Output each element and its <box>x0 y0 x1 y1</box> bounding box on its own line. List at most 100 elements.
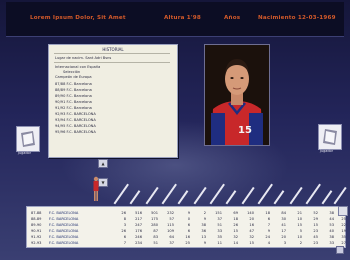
bio-line: 93/94 F.C. BARCELONA <box>55 118 96 122</box>
stat-cell: 32 <box>249 235 254 239</box>
stat-cell: 35 <box>217 235 222 239</box>
stat-cell: 33 <box>217 229 222 233</box>
team-cell: F.C. BARCELONA <box>49 211 79 215</box>
stat-cell: 26 <box>233 223 238 227</box>
stat-cell: 38 <box>201 223 206 227</box>
stat-cell: 9 <box>187 211 190 215</box>
stat-cell: 18 <box>265 211 270 215</box>
stat-cell: 8 <box>123 217 126 221</box>
stat-cell: 3 <box>123 223 126 227</box>
stat-cell: 501 <box>151 211 158 215</box>
stat-cell: 7 <box>267 223 270 227</box>
stat-cell: 16 <box>249 223 254 227</box>
stat-cell: 23 <box>313 229 318 233</box>
stat-cell: 30 <box>281 217 286 221</box>
season-cell: 92-93 <box>31 241 42 245</box>
stat-cell: 18 <box>233 217 238 221</box>
stat-cell: 20 <box>281 235 286 239</box>
stat-cell: 29 <box>313 217 318 221</box>
player-portrait <box>205 45 269 145</box>
stat-cell: 16 <box>185 235 190 239</box>
stat-cell: 24 <box>265 235 270 239</box>
stat-cell: 26 <box>121 211 126 215</box>
stat-cell: 51 <box>153 241 158 245</box>
stat-cell: 45 <box>313 235 318 239</box>
stat-cell: 14 <box>233 241 238 245</box>
player-birthdate: Nacimiento 12-03-1969 <box>258 15 336 21</box>
stat-cell: 10 <box>297 235 302 239</box>
stat-cell: 83 <box>153 235 158 239</box>
stat-cell: 2 <box>299 241 302 245</box>
page-right-icon <box>323 129 337 145</box>
stat-cell: 51 <box>217 223 222 227</box>
stat-cell: 33 <box>329 241 334 245</box>
stat-cell: 15 <box>313 223 318 227</box>
stat-cell: 25 <box>341 217 346 221</box>
stat-cell: 22 <box>341 223 346 227</box>
bio-line: 91/92 F.C. Barcelona <box>55 106 92 110</box>
stat-cell: 6 <box>187 223 190 227</box>
player-age: Años <box>224 15 241 21</box>
stat-cell: 36 <box>201 229 206 233</box>
player-figure <box>92 176 100 202</box>
player-header-bar: Lorem Ipsum Dolor, Sit Amet Altura 1'98 … <box>6 2 344 37</box>
stat-cell: 140 <box>247 211 254 215</box>
divider <box>54 62 170 63</box>
stat-cell: 516 <box>135 211 142 215</box>
player-height: Altura 1'98 <box>164 15 201 21</box>
bio-line: Lugar de nacim. Sant Adri Bsns <box>55 56 112 60</box>
stat-cell: 109 <box>167 229 174 233</box>
stat-cell: 234 <box>135 241 142 245</box>
stat-cell: 232 <box>167 211 174 215</box>
stat-cell: 175 <box>151 217 158 221</box>
stat-cell: 15 <box>233 229 238 233</box>
history-scroll-controls: ▲▼ <box>98 150 118 187</box>
stat-cell: 11 <box>217 241 222 245</box>
stat-cell: 15 <box>249 241 254 245</box>
stat-cell: 64 <box>169 235 174 239</box>
stat-cell: 6 <box>123 235 126 239</box>
season-cell: 89-90 <box>31 223 42 227</box>
career-history-panel: HISTORIAL Lugar de nacim. Sant Adri Bsns… <box>48 44 178 158</box>
stat-cell: 37 <box>169 241 174 245</box>
stat-cell: 15 <box>297 223 302 227</box>
stat-cell: 9 <box>203 241 206 245</box>
stat-cell: 41 <box>281 223 286 227</box>
table-row: 90-91 F.C. BARCELONA 26 176 87 109 6 36 33 15 47 9 1… <box>27 229 346 234</box>
stat-cell: 151 <box>215 211 222 215</box>
season-cell: 91-92 <box>31 235 42 239</box>
stat-cell: 35 <box>341 235 346 239</box>
table-row: 89-90 F.C. BARCELONA 3 247 280 115 6 38 51 26 16 7 4… <box>27 223 346 228</box>
season-cell: 90-91 <box>31 229 42 233</box>
career-history-title: HISTORIAL <box>102 47 124 52</box>
team-cell: F.C. BARCELONA <box>49 229 79 233</box>
previous-player-button[interactable] <box>16 126 40 152</box>
stat-cell: 37 <box>217 217 222 221</box>
next-player-button[interactable] <box>318 124 342 150</box>
bio-line: Internacional con España <box>55 65 101 69</box>
stat-cell: 21 <box>297 211 302 215</box>
bio-line: 94/95 F.C. BARCELONA <box>55 124 96 128</box>
bio-line: 88/89 F.C. Barcelona <box>55 88 92 92</box>
stat-cell: 0 <box>187 217 190 221</box>
stat-cell: 57 <box>169 217 174 221</box>
season-cell: 87-88 <box>31 211 42 215</box>
team-cell: F.C. BARCELONA <box>49 223 79 227</box>
player-photo: 15 <box>204 44 270 146</box>
table-scroll-down-icon[interactable] <box>336 246 344 254</box>
team-cell: F.C. BARCELONA <box>49 241 79 245</box>
table-row: 92-93 F.C. BARCELONA 7 234 51 37 25 9 11 14 15 4 3 2 2… <box>27 241 346 246</box>
stat-cell: 217 <box>135 217 142 221</box>
stat-cell: 247 <box>135 223 142 227</box>
table-scroll-button[interactable] <box>338 206 348 216</box>
stat-cell: 87 <box>153 229 158 233</box>
stat-cell: 23 <box>313 241 318 245</box>
stat-cell: 38 <box>329 235 334 239</box>
stat-cell: 7 <box>123 241 126 245</box>
stat-cell: 26 <box>121 229 126 233</box>
divider <box>54 53 170 54</box>
bio-line: 92/93 F.C. BARCELONA <box>55 112 96 116</box>
table-row: 87-88 F.C. BARCELONA 26 516 501 232 9 2 151 69 140… <box>27 211 346 216</box>
stat-cell: 176 <box>135 229 142 233</box>
scroll-up-icon[interactable]: ▲ <box>98 159 108 168</box>
